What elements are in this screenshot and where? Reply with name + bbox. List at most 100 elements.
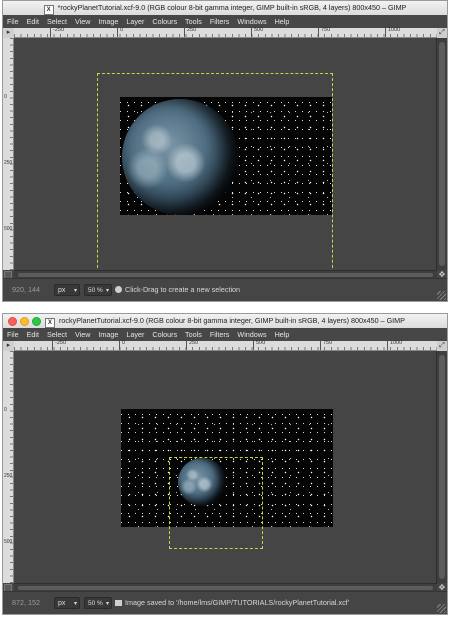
ruler-label: 250 (4, 473, 13, 479)
ruler-tick (318, 28, 319, 37)
resize-grip-icon[interactable] (437, 291, 446, 300)
gimp-window-2: XrockyPlanetTutorial.xcf-9.0 (RGB colour… (2, 313, 448, 615)
menu-image[interactable]: Image (98, 17, 118, 26)
minimize-icon[interactable] (20, 317, 29, 326)
menu-edit[interactable]: Edit (27, 330, 39, 339)
menu-select[interactable]: Select (47, 330, 67, 339)
selection-marquee[interactable] (97, 73, 333, 270)
menu-filters[interactable]: Filters (210, 330, 230, 339)
ruler-label: 250 (187, 27, 197, 33)
ruler-tick (387, 341, 388, 350)
ruler-label: -250 (53, 27, 65, 33)
menu-edit[interactable]: Edit (27, 17, 39, 26)
ruler-tick (50, 28, 51, 37)
status-message: Image saved to '/home/lms/GIMP/TUTORIALS… (115, 592, 349, 614)
ruler-tick (251, 28, 252, 37)
ruler-label: 250 (4, 160, 13, 166)
scrollbar-thumb[interactable] (439, 42, 445, 266)
window-title: *rockyPlanetTutorial.xcf-9.0 (RGB colour… (57, 3, 407, 12)
status-message: Click-Drag to create a new selection (115, 279, 240, 301)
image-icon (115, 600, 122, 606)
zoom-select[interactable]: 50 % ▾ (84, 284, 112, 296)
title-bar[interactable]: XrockyPlanetTutorial.xcf-9.0 (RGB colour… (3, 314, 447, 329)
menu-image[interactable]: Image (98, 330, 118, 339)
menu-windows[interactable]: Windows (237, 330, 266, 339)
ruler-tick (117, 28, 118, 37)
ruler-label: 0 (4, 94, 7, 100)
menu-layer[interactable]: Layer (126, 330, 144, 339)
zoom-select[interactable]: 50 % ▾ (84, 597, 112, 609)
status-text: Image saved to '/home/lms/GIMP/TUTORIALS… (125, 598, 350, 607)
menu-file[interactable]: File (7, 17, 19, 26)
ruler-label: 0 (122, 340, 126, 346)
ruler-label: 1000 (390, 340, 403, 346)
ruler-label: 500 (254, 27, 264, 33)
ruler-tick (119, 341, 120, 350)
horizontal-ruler[interactable]: -250 0 250 500 750 1000 (14, 27, 437, 38)
zoom-value: 50 % (88, 287, 103, 294)
ruler-label: 750 (321, 27, 331, 33)
ruler-tick (253, 341, 254, 350)
unit-value: px (58, 600, 66, 607)
ruler-label: 500 (4, 226, 13, 232)
ruler-label: 500 (4, 539, 13, 545)
x11-app-icon: X (43, 5, 54, 15)
menu-view[interactable]: View (75, 17, 90, 26)
vertical-scrollbar[interactable] (436, 351, 447, 583)
chevron-down-icon: ▾ (105, 288, 109, 294)
unit-select[interactable]: px ▾ (54, 597, 80, 609)
menu-tools[interactable]: Tools (185, 330, 202, 339)
menu-help[interactable]: Help (275, 330, 290, 339)
menu-colours[interactable]: Colours (152, 17, 177, 26)
vertical-ruler[interactable]: 0 250 500 (3, 38, 14, 270)
ruler-label: 0 (4, 407, 7, 413)
ruler-label: 1000 (388, 27, 401, 33)
window-title: rockyPlanetTutorial.xcf-9.0 (RGB colour … (59, 316, 405, 325)
menu-view[interactable]: View (75, 330, 90, 339)
maximize-icon[interactable] (32, 317, 41, 326)
menu-select[interactable]: Select (47, 17, 67, 26)
ruler-label: -250 (55, 340, 67, 346)
ruler-label: 250 (189, 340, 199, 346)
unit-value: px (58, 287, 66, 294)
menu-colours[interactable]: Colours (152, 330, 177, 339)
menu-file[interactable]: File (7, 330, 19, 339)
menu-help[interactable]: Help (275, 17, 290, 26)
tool-icon (115, 286, 122, 293)
chevron-down-icon: ▾ (105, 601, 109, 607)
zoom-value: 50 % (88, 600, 103, 607)
status-text: Click-Drag to create a new selection (125, 285, 241, 294)
resize-grip-icon[interactable] (437, 604, 446, 613)
scrollbar-thumb[interactable] (439, 355, 445, 579)
ruler-label: 500 (256, 340, 266, 346)
pointer-coordinates: 920, 144 (12, 285, 40, 294)
menu-filters[interactable]: Filters (210, 17, 230, 26)
ruler-tick (320, 341, 321, 350)
ruler-tick (186, 341, 187, 350)
selection-marquee[interactable] (169, 457, 263, 549)
vertical-scrollbar[interactable] (436, 38, 447, 270)
ruler-tick (385, 28, 386, 37)
x11-app-icon: X (45, 318, 56, 328)
close-icon[interactable] (8, 317, 17, 326)
menu-windows[interactable]: Windows (237, 17, 266, 26)
image-canvas[interactable] (14, 351, 437, 583)
status-bar: 920, 144 px ▾ 50 % ▾ Click-Drag to create … (3, 278, 447, 301)
scrollbar-thumb[interactable] (18, 586, 433, 590)
gimp-window-1: X *rockyPlanetTutorial.xcf-9.0 (RGB colou… (2, 0, 448, 302)
image-canvas[interactable] (14, 38, 437, 270)
menu-tools[interactable]: Tools (185, 17, 202, 26)
scrollbar-thumb[interactable] (18, 273, 433, 277)
status-bar: 872, 152 px ▾ 50 % ▾ Image saved to '/home… (3, 591, 447, 614)
horizontal-ruler[interactable]: -250 0 250 500 750 1000 (14, 340, 437, 351)
chevron-down-icon: ▾ (73, 288, 77, 294)
unit-select[interactable]: px ▾ (54, 284, 80, 296)
pointer-coordinates: 872, 152 (12, 598, 40, 607)
menu-bar: File Edit Select View Image Layer Colour… (3, 15, 447, 28)
vertical-ruler[interactable]: 0 250 500 (3, 351, 14, 583)
ruler-label: 0 (120, 27, 124, 33)
title-bar[interactable]: X *rockyPlanetTutorial.xcf-9.0 (RGB colou… (3, 1, 447, 16)
ruler-tick (52, 341, 53, 350)
menu-layer[interactable]: Layer (126, 17, 144, 26)
ruler-label: 750 (323, 340, 333, 346)
